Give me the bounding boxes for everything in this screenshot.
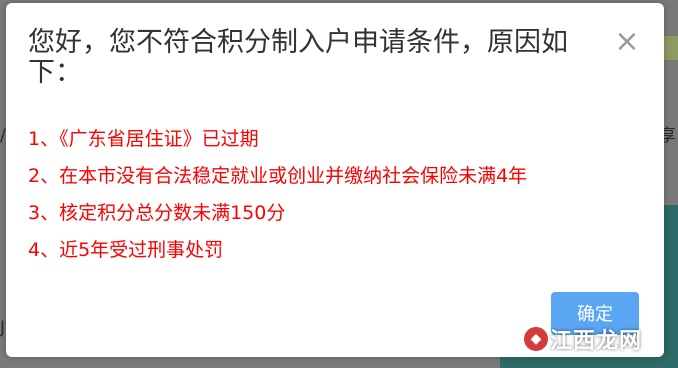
close-icon[interactable]: × (614, 27, 640, 57)
background-text-fragment-left: / (0, 126, 6, 146)
reason-item: 3、核定积分总分数未满150分 (28, 202, 286, 224)
dialog-title: 您好，您不符合积分制入户申请条件，原因如下： (28, 27, 568, 88)
ineligibility-dialog: 您好，您不符合积分制入户申请条件，原因如下： × 1、《广东省居住证》已过期 2… (6, 3, 664, 357)
watermark-logo: ◆ 江西龙网 (524, 320, 642, 358)
reason-item: 4、近5年受过刑事处罚 (28, 239, 224, 261)
reason-item: 2、在本市没有合法稳定就业或创业并缴纳社会保险未满4年 (28, 165, 528, 187)
reason-list: 1、《广东省居住证》已过期 2、在本市没有合法稳定就业或创业并缴纳社会保险未满4… (28, 121, 527, 269)
background-text-fragment-left-lower: J (0, 318, 6, 338)
reason-item: 1、《广东省居住证》已过期 (28, 128, 259, 150)
watermark-text: 江西龙网 (549, 329, 642, 354)
watermark-badge-icon: ◆ (524, 327, 548, 351)
